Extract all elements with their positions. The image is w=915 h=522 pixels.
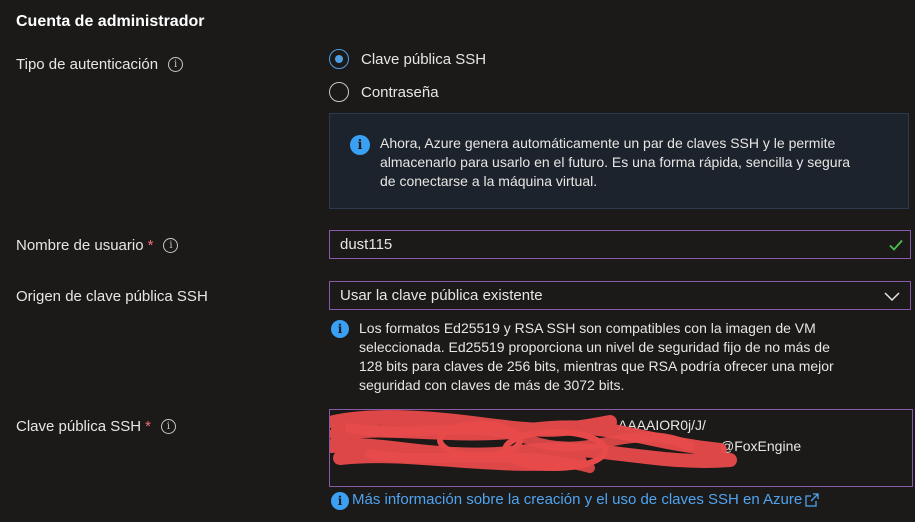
info-icon[interactable]: i [168, 57, 184, 72]
ssh-source-label-text: Origen de clave pública SSH [16, 288, 208, 305]
ssh-source-note-line: Los formatos Ed25519 y RSA SSH son compa… [359, 320, 816, 336]
auth-info-box: i Ahora, Azure genera automáticamente un… [329, 113, 909, 209]
radio-password-label: Contraseña [361, 83, 439, 101]
username-label-text: Nombre de usuario [16, 237, 144, 254]
radio-ssh-key[interactable]: Clave pública SSH [329, 49, 486, 69]
info-circle-icon: i [350, 135, 370, 155]
ssh-key-textarea[interactable]: AAAAIOR0j/J/ @FoxEngine [329, 409, 913, 487]
ssh-key-label: Clave pública SSH * i [16, 418, 176, 435]
auth-info-line: almacenarlo para usarlo en el futuro. Es… [380, 154, 851, 170]
username-input[interactable]: dust115 [329, 230, 911, 259]
admin-account-form: Cuenta de administrador Tipo de autentic… [0, 0, 915, 522]
section-title: Cuenta de administrador [16, 13, 205, 30]
ssh-source-note-line: 128 bits para claves de 256 bits, mientr… [359, 358, 834, 374]
check-icon [889, 239, 903, 251]
ssh-source-dropdown[interactable]: Usar la clave pública existente [329, 281, 911, 310]
radio-button-icon[interactable] [329, 82, 349, 102]
redaction-scribble [330, 410, 737, 473]
chevron-down-icon [884, 292, 900, 302]
auth-info-line: de conectarse a la máquina virtual. [380, 173, 598, 189]
required-marker: * [145, 418, 151, 435]
info-circle-icon: i [331, 320, 349, 338]
username-label: Nombre de usuario * i [16, 237, 179, 254]
ssh-help-link-text: Más información sobre la creación y el u… [352, 491, 803, 508]
external-link-icon [805, 492, 819, 507]
info-icon[interactable]: i [163, 238, 179, 253]
radio-ssh-key-label: Clave pública SSH [361, 50, 487, 68]
auth-info-line: Ahora, Azure genera automáticamente un p… [380, 135, 836, 151]
radio-button-icon[interactable] [329, 49, 349, 69]
ssh-source-note: Los formatos Ed25519 y RSA SSH son compa… [359, 319, 899, 395]
ssh-source-note-line: seguridad con claves de más de 3072 bits… [359, 377, 625, 393]
ssh-help-link[interactable]: Más información sobre la creación y el u… [352, 491, 819, 508]
ssh-source-selected: Usar la clave pública existente [340, 287, 543, 304]
radio-password[interactable]: Contraseña [329, 82, 439, 102]
ssh-source-note-line: seleccionada. Ed25519 proporciona un niv… [359, 339, 830, 355]
ssh-source-label: Origen de clave pública SSH [16, 288, 208, 305]
info-circle-icon: i [331, 492, 349, 510]
auth-type-label-text: Tipo de autenticación [16, 56, 159, 73]
info-icon[interactable]: i [160, 419, 176, 434]
username-value: dust115 [340, 236, 393, 253]
ssh-key-label-text: Clave pública SSH [16, 418, 142, 435]
auth-type-label: Tipo de autenticación i [16, 56, 184, 73]
required-marker: * [147, 237, 154, 254]
